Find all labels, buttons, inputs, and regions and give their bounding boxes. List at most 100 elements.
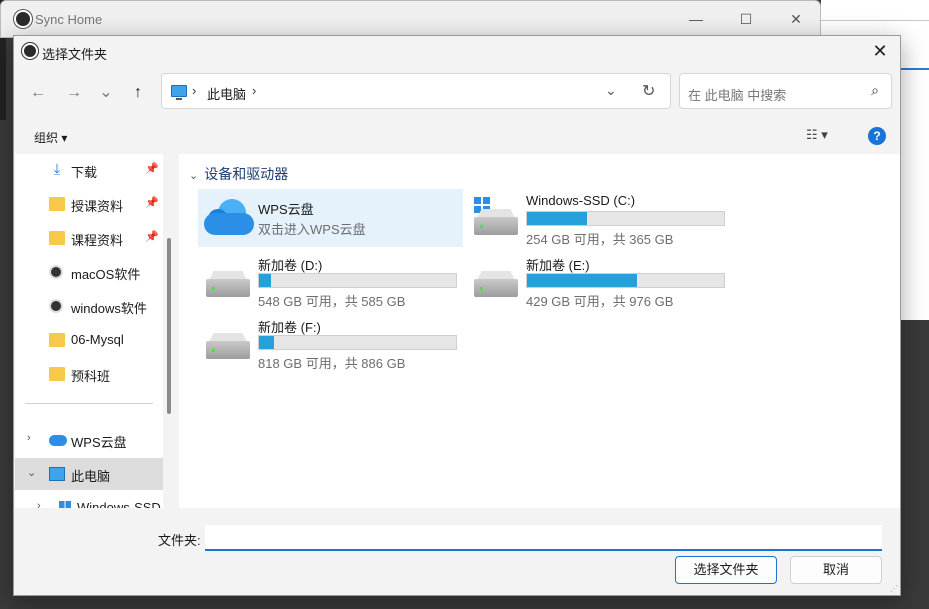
tile-name: WPS云盘 [258,202,314,217]
search-icon[interactable]: ⌕ [871,82,879,99]
dialog-titlebar: 选择文件夹 ✕ [14,36,900,66]
pin-icon: 📌 [145,231,159,243]
folder-icon [49,333,65,347]
sidebar-item-06-mysql[interactable]: 06-Mysql [15,324,163,356]
close-window-button[interactable]: ✕ [781,9,811,29]
download-icon: ⤓ [53,161,61,178]
drive-name: Windows-SSD (C:) [526,193,636,208]
sidebar-item-teaching-materials[interactable]: 授课资料 📌 [15,188,163,220]
drive-space-info: 254 GB 可用，共 365 GB [526,232,674,247]
folder-icon [49,197,65,211]
sidebar-item-label: Windows-SSD [77,500,161,508]
navigation-bar: ← → ⌄ ↑ › 此电脑 › ⌄ ↻ 在 此电脑 中搜索 ⌕ [14,67,900,119]
drive-usage-fill [259,336,275,349]
sidebar-item-course-materials[interactable]: 课程资料 📌 [15,222,163,254]
sidebar-item-label: 06-Mysql [71,332,124,347]
breadcrumb-separator[interactable]: › [192,83,196,98]
cancel-button[interactable]: 取消 [790,556,882,584]
background-window-title: Sync Home [35,12,103,27]
breadcrumb-this-pc[interactable]: 此电脑 [207,84,246,103]
sidebar-item-windows-software[interactable]: windows软件 [15,290,163,322]
command-bar: 组织 ▾ ☷ ▾ ? [14,119,900,155]
sidebar-item-label: WPS云盘 [71,435,127,450]
windows-icon [59,501,71,508]
sidebar-item-prep-class[interactable]: 预科班 [15,358,163,390]
scrollbar-thumb[interactable] [167,238,171,414]
folder-icon [49,231,65,245]
drive-usage-fill [527,212,587,225]
app-logo-icon [14,10,32,28]
sidebar-scrollbar[interactable] [163,154,177,508]
accent-line [901,68,929,70]
view-options-button[interactable]: ☷ ▾ [806,127,828,143]
minimize-button[interactable]: — [681,9,711,29]
content-pane: ⌄ 设备和驱动器 WPS云盘 双击进入WPS云盘 Windows-SSD (C:)… [179,154,900,508]
recent-locations-button[interactable]: ⌄ [94,81,118,105]
drive-usage-fill [527,274,638,287]
group-header[interactable]: ⌄ 设备和驱动器 [189,164,288,184]
collapse-arrow-icon[interactable]: ⌄ [27,466,36,479]
address-bar[interactable]: › 此电脑 › ⌄ ↻ [161,73,671,109]
navigation-pane: ⤓ 下载 📌 授课资料 📌 课程资料 📌 macOS软件 windows软件 0… [15,154,163,508]
app-logo-icon [22,43,38,59]
sidebar-item-this-pc[interactable]: ⌄ 此电脑 [15,458,163,490]
dialog-footer: 文件夹: 选择文件夹 取消 ⋰ [14,508,900,595]
drive-usage-bar [258,273,457,288]
sidebar-item-label: windows软件 [71,301,147,316]
search-box[interactable]: 在 此电脑 中搜索 ⌕ [679,73,892,109]
sidebar-item-downloads[interactable]: ⤓ 下载 📌 [15,154,163,186]
pin-icon: 📌 [145,163,159,175]
back-button[interactable]: ← [26,81,50,105]
hard-drive-icon [474,271,518,299]
breadcrumb-separator[interactable]: › [252,83,256,98]
refresh-button[interactable]: ↻ [642,81,655,101]
drive-tile-e[interactable]: 新加卷 (E:) 429 GB 可用，共 976 GB [466,251,731,309]
app-logo-icon [49,299,63,313]
drive-usage-bar [526,211,725,226]
folder-field-label: 文件夹: [158,533,201,548]
chevron-down-icon: ⌄ [189,170,199,182]
wps-cloud-tile[interactable]: WPS云盘 双击进入WPS云盘 [198,189,463,247]
maximize-button[interactable]: ☐ [731,9,761,29]
sidebar-item-wps-cloud[interactable]: › WPS云盘 [15,424,163,456]
drive-tile-f[interactable]: 新加卷 (F:) 818 GB 可用，共 886 GB [198,313,463,371]
organize-menu-button[interactable]: 组织 ▾ [34,129,67,146]
cloud-icon [49,435,67,446]
tile-subtitle: 双击进入WPS云盘 [258,222,366,237]
sidebar-divider [25,403,153,404]
drive-space-info: 548 GB 可用，共 585 GB [258,294,406,309]
drive-name: 新加卷 (D:) [258,258,323,273]
forward-button[interactable]: → [62,81,86,105]
resize-grip-icon[interactable]: ⋰ [890,584,898,593]
sidebar-item-label: 预科班 [71,369,111,384]
hard-drive-icon [206,271,250,299]
drive-name: 新加卷 (E:) [526,258,590,273]
drive-usage-bar [258,335,457,350]
app-logo-icon [49,265,63,279]
sidebar-item-label: 课程资料 [71,233,124,248]
folder-name-input[interactable] [205,525,882,551]
search-input[interactable]: 在 此电脑 中搜索 [688,85,786,104]
address-dropdown-button[interactable]: ⌄ [605,82,617,99]
folder-icon [49,367,65,381]
hard-drive-icon [474,197,518,237]
group-title: 设备和驱动器 [204,166,289,182]
drive-usage-bar [526,273,725,288]
sidebar-item-label: macOS软件 [71,267,141,282]
wps-cloud-icon [204,199,254,235]
drive-tile-c[interactable]: Windows-SSD (C:) 254 GB 可用，共 365 GB [466,189,731,247]
computer-icon [171,85,187,100]
sidebar-item-macos-software[interactable]: macOS软件 [15,256,163,288]
up-button[interactable]: ↑ [126,81,150,105]
sidebar-item-windows-ssd[interactable]: › Windows-SSD [15,492,163,508]
help-icon[interactable]: ? [868,127,886,145]
select-folder-button[interactable]: 选择文件夹 [675,556,777,584]
expand-arrow-icon[interactable]: › [37,500,41,508]
close-dialog-button[interactable]: ✕ [868,40,892,62]
select-folder-dialog: 选择文件夹 ✕ ← → ⌄ ↑ › 此电脑 › ⌄ ↻ 在 此电脑 中搜索 ⌕ … [13,35,901,596]
expand-arrow-icon[interactable]: › [27,432,31,444]
drive-tile-d[interactable]: 新加卷 (D:) 548 GB 可用，共 585 GB [198,251,463,309]
hard-drive-icon [206,333,250,361]
sidebar-item-label: 下载 [71,165,98,180]
pin-icon: 📌 [145,197,159,209]
